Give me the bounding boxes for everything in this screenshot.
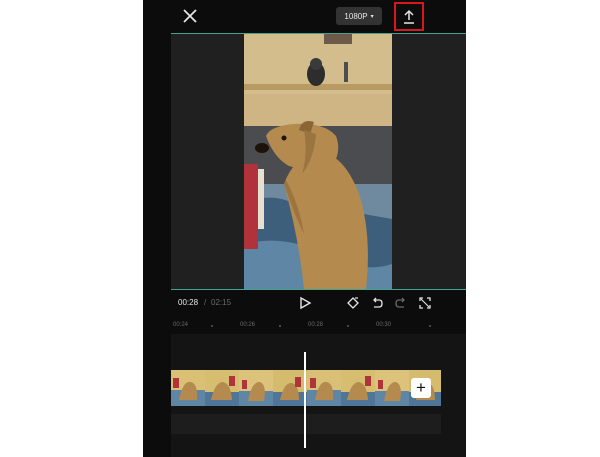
add-clip-button[interactable]: + (411, 378, 431, 398)
timeline-ruler[interactable]: 00:24 00:26 00:28 00:30 (171, 318, 466, 334)
clip-thumbnail (307, 370, 341, 406)
fullscreen-icon (419, 297, 431, 309)
clip-thumbnail (239, 370, 273, 406)
keyframe-button[interactable] (346, 296, 360, 310)
video-preview[interactable] (171, 34, 466, 289)
clip-thumbnail (273, 370, 307, 406)
play-icon (300, 296, 312, 310)
timeline-tick: 00:30 (376, 322, 392, 328)
timeline-tick: 00:24 (173, 322, 189, 328)
clip-thumbnail (375, 370, 409, 406)
timeline-tick: 00:28 (308, 322, 324, 328)
secondary-track[interactable] (171, 414, 441, 434)
export-icon (404, 9, 414, 24)
close-icon (183, 9, 197, 23)
resolution-dropdown[interactable]: 1080P ▾ (336, 7, 382, 25)
timeline-tick: 00:26 (240, 322, 256, 328)
video-clip[interactable] (171, 370, 441, 406)
timeline-dot (279, 325, 281, 327)
current-time: 00:28 (178, 298, 199, 307)
fullscreen-button[interactable] (418, 296, 432, 310)
undo-button[interactable] (370, 296, 384, 310)
play-button[interactable] (298, 296, 312, 310)
preview-bottom-border (171, 289, 466, 290)
resolution-label: 1080P (344, 11, 368, 21)
top-bar: 1080P ▾ (143, 0, 466, 33)
keyframe-icon (347, 297, 359, 309)
export-button[interactable] (394, 2, 424, 31)
redo-button[interactable] (394, 296, 408, 310)
playback-controls: 00:28 / 02:15 (143, 292, 466, 316)
clip-thumbnail (341, 370, 375, 406)
add-icon: + (416, 378, 426, 397)
chevron-down-icon: ▾ (370, 13, 374, 20)
clip-thumbnail (171, 370, 205, 406)
redo-icon (395, 297, 405, 308)
total-time: 02:15 (211, 298, 232, 307)
close-button[interactable] (181, 7, 199, 25)
timeline-dot (211, 325, 213, 327)
timeline-dot (429, 325, 431, 327)
video-frame (244, 34, 392, 289)
time-separator: / (204, 298, 207, 307)
clip-thumbnail (205, 370, 239, 406)
timeline-track-area[interactable]: + (171, 334, 466, 457)
timeline-dot (347, 325, 349, 327)
playhead[interactable] (304, 352, 306, 448)
video-frame-image (244, 34, 392, 289)
editor-screen: 1080P ▾ 00:28 / 02:15 00:24 00:26 00:28 … (143, 0, 466, 457)
undo-icon (373, 297, 383, 308)
